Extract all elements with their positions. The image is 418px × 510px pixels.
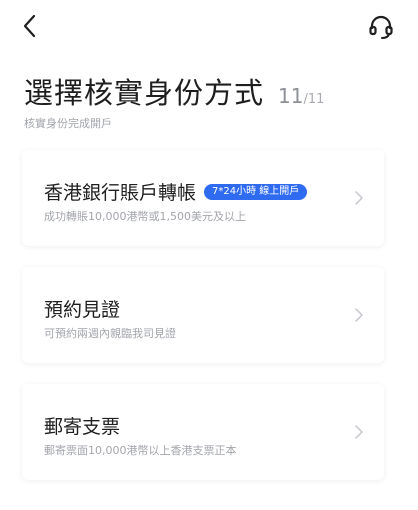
customer-support-button[interactable] — [366, 12, 396, 42]
headset-icon — [369, 15, 393, 39]
card-title: 香港銀行賬戶轉帳 — [44, 182, 197, 204]
nav-bar — [0, 0, 418, 56]
step-current: 11 — [278, 84, 304, 108]
card-description: 郵寄票面10,000港幣以上香港支票正本 — [44, 444, 237, 457]
chevron-right-icon — [355, 308, 363, 322]
title-row: 選擇核實身份方式 11 / 11 — [24, 70, 324, 112]
option-bank-transfer[interactable]: 香港銀行賬戶轉帳 7*24小時 線上開戶 成功轉賬10,000港幣或1,500美… — [22, 150, 384, 246]
back-button[interactable] — [16, 12, 44, 40]
page-title: 選擇核實身份方式 — [24, 76, 265, 110]
chevron-right-icon — [355, 425, 363, 439]
card-title: 郵寄支票 — [44, 416, 121, 438]
step-total: 11 — [307, 92, 325, 107]
chevron-left-icon — [23, 14, 36, 38]
card-title-row: 香港銀行賬戶轉帳 7*24小時 線上開戶 — [44, 178, 308, 205]
card-description: 可預約兩週內親臨我司見證 — [44, 327, 176, 340]
page-subtitle: 核實身份完成開戶 — [24, 117, 112, 130]
chevron-right-icon — [355, 191, 363, 205]
option-appointment-witness[interactable]: 預約見證 可預約兩週內親臨我司見證 — [22, 267, 384, 363]
card-title-row: 郵寄支票 — [44, 412, 120, 439]
card-description: 成功轉賬10,000港幣或1,500美元及以上 — [44, 210, 246, 223]
card-title: 預約見證 — [44, 299, 121, 321]
option-mail-cheque[interactable]: 郵寄支票 郵寄票面10,000港幣以上香港支票正本 — [22, 384, 384, 480]
card-title-row: 預約見證 — [44, 295, 120, 322]
online-badge: 7*24小時 線上開戶 — [204, 183, 308, 200]
